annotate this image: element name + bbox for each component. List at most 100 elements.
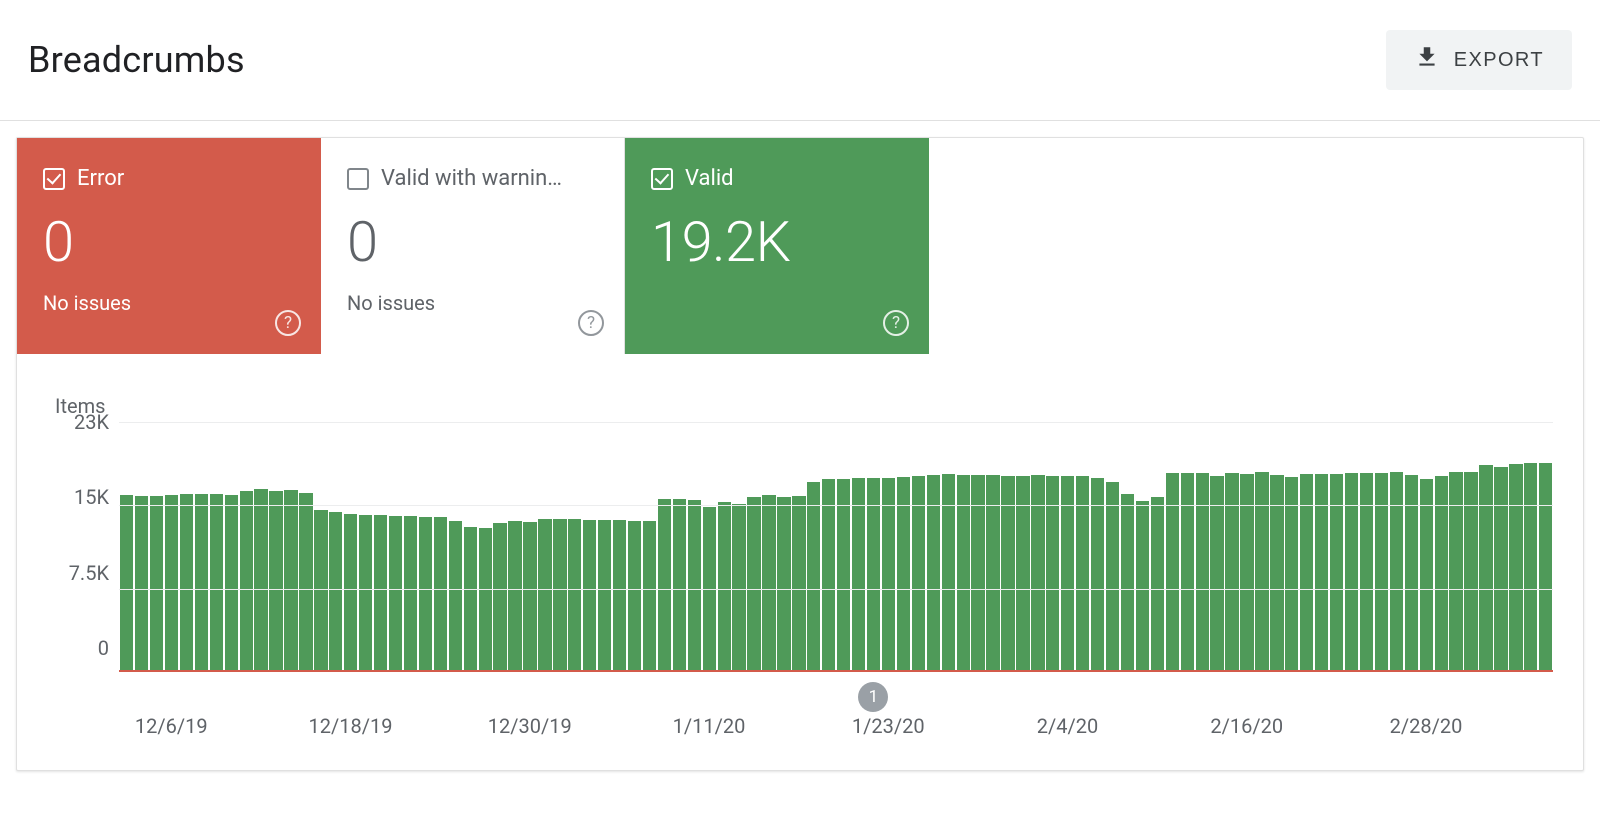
checkbox-icon — [43, 168, 65, 190]
gridline — [119, 505, 1553, 506]
bar — [1449, 472, 1462, 670]
bar — [344, 514, 357, 670]
x-tick: 12/6/19 — [135, 714, 208, 738]
bar — [986, 475, 999, 670]
bar — [1240, 474, 1253, 670]
status-value-warning: 0 — [347, 209, 598, 275]
bar — [464, 527, 477, 670]
bar — [837, 479, 850, 670]
bar — [1464, 472, 1477, 670]
status-card-warning[interactable]: Valid with warnin… 0 No issues ? — [321, 138, 625, 354]
checkbox-icon — [347, 168, 369, 190]
bar — [1166, 473, 1179, 670]
bar — [628, 521, 641, 670]
bar — [1479, 465, 1492, 670]
bar — [732, 504, 745, 670]
bar — [927, 475, 940, 670]
bar — [1031, 475, 1044, 670]
chart: Items 23K15K7.5K0 1 12/6/19 12/18/19 12/30… — [17, 354, 1583, 740]
bar — [867, 478, 880, 670]
bar — [120, 495, 133, 670]
bar — [195, 494, 208, 670]
bar — [1494, 467, 1507, 670]
checkbox-icon — [651, 168, 673, 190]
bar — [1091, 478, 1104, 670]
bar — [1270, 475, 1283, 670]
help-icon[interactable]: ? — [883, 310, 909, 336]
download-icon — [1414, 44, 1440, 76]
bar — [434, 517, 447, 670]
x-tick: 2/28/20 — [1390, 714, 1463, 738]
bar — [1375, 473, 1388, 670]
x-tick: 12/18/19 — [309, 714, 393, 738]
content-card: Error 0 No issues ? Valid with warnin… 0… — [16, 137, 1584, 771]
bar — [658, 499, 671, 670]
chart-y-title: Items — [55, 394, 1553, 418]
chart-annotation[interactable]: 1 — [858, 682, 888, 712]
bar — [359, 515, 372, 670]
x-tick: 2/16/20 — [1210, 714, 1283, 738]
bar — [493, 523, 506, 670]
bar — [299, 493, 312, 670]
bar — [538, 519, 551, 670]
export-label: EXPORT — [1454, 49, 1544, 72]
bar — [598, 520, 611, 670]
bar — [314, 510, 327, 670]
bar — [1330, 474, 1343, 670]
bar — [1300, 474, 1313, 670]
chart-plot-area: 1 — [119, 422, 1553, 672]
help-icon[interactable]: ? — [275, 310, 301, 336]
status-label-valid: Valid — [685, 166, 734, 191]
bar — [150, 496, 163, 670]
bar — [971, 475, 984, 670]
header-bar: Breadcrumbs EXPORT — [0, 0, 1600, 121]
bar — [852, 478, 865, 670]
status-sub-error: No issues — [43, 291, 295, 315]
bar — [1121, 494, 1134, 670]
bar — [329, 512, 342, 671]
bar — [419, 517, 432, 670]
bar — [1255, 472, 1268, 670]
gridline — [119, 589, 1553, 590]
bar — [957, 475, 970, 670]
x-tick: 1/23/20 — [852, 714, 925, 738]
bar — [1524, 463, 1537, 670]
bar — [718, 502, 731, 670]
bar — [762, 495, 775, 670]
bar — [284, 490, 297, 670]
status-label-warning: Valid with warnin… — [381, 166, 562, 191]
help-icon[interactable]: ? — [578, 310, 604, 336]
chart-y-axis: 23K15K7.5K0 — [47, 422, 119, 672]
status-row: Error 0 No issues ? Valid with warnin… 0… — [17, 138, 1583, 354]
bar — [777, 497, 790, 670]
x-tick: 12/30/19 — [488, 714, 572, 738]
bar — [225, 495, 238, 670]
bar — [165, 495, 178, 670]
chart-x-axis: 12/6/1912/18/1912/30/191/11/201/23/202/4… — [119, 714, 1553, 740]
bar — [479, 528, 492, 670]
bar — [673, 499, 686, 670]
bar — [568, 519, 581, 670]
export-button[interactable]: EXPORT — [1386, 30, 1572, 90]
bar — [180, 494, 193, 670]
bar — [1151, 497, 1164, 670]
bar — [404, 516, 417, 670]
bar — [1509, 464, 1522, 670]
bar — [135, 496, 148, 670]
bar — [882, 478, 895, 670]
bar — [1405, 475, 1418, 670]
bar — [1196, 473, 1209, 670]
bar — [1420, 479, 1433, 670]
bar — [1390, 472, 1403, 670]
bar — [1539, 463, 1552, 670]
gridline — [119, 422, 1553, 423]
status-card-error[interactable]: Error 0 No issues ? — [17, 138, 321, 354]
bar — [613, 520, 626, 670]
bar — [210, 494, 223, 670]
bar — [643, 521, 656, 670]
y-tick: 0 — [98, 636, 109, 660]
bar — [1360, 473, 1373, 670]
status-card-valid[interactable]: Valid 19.2K ? — [625, 138, 929, 354]
bar — [389, 516, 402, 670]
status-value-valid: 19.2K — [651, 209, 903, 275]
